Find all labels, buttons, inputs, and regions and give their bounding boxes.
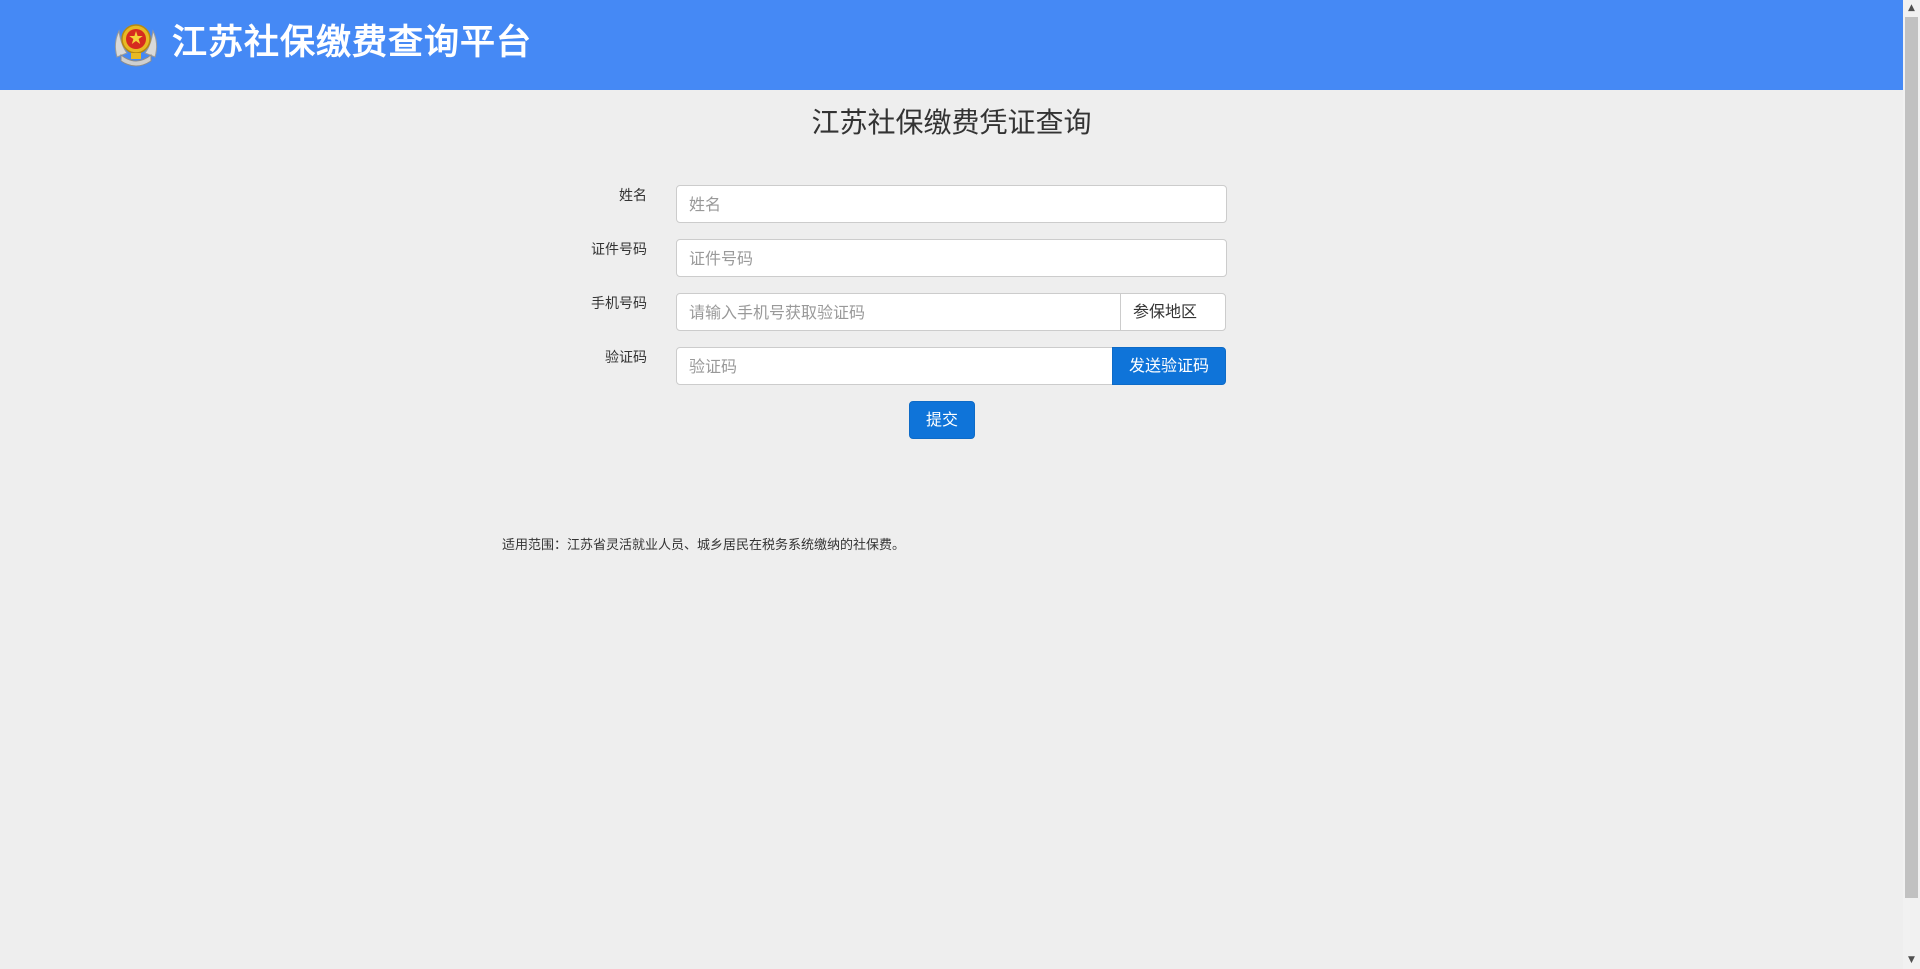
tax-emblem-icon (114, 24, 158, 67)
page-title-text: 江苏社保缴费凭证查询 (811, 106, 1092, 139)
id-number-input[interactable] (676, 239, 1227, 277)
region-select[interactable]: 参保地区 (1120, 293, 1226, 331)
chevron-up-icon[interactable]: ▲ (1903, 0, 1920, 17)
name-label: 姓名 (619, 188, 647, 204)
scope-note: 适用范围：江苏省灵活就业人员、城乡居民在税务系统缴纳的社保费。 (502, 538, 906, 553)
id-number-label: 证件号码 (591, 242, 647, 258)
code-input[interactable] (676, 347, 1113, 385)
phone-label: 手机号码 (591, 296, 647, 312)
submit-button[interactable]: 提交 (909, 401, 975, 439)
send-code-button[interactable]: 发送验证码 (1112, 347, 1226, 385)
phone-input[interactable] (676, 293, 1121, 331)
header-bar: 江苏社保缴费查询平台 (0, 0, 1903, 90)
site-title: 江苏社保缴费查询平台 (172, 23, 533, 63)
code-label: 验证码 (605, 350, 647, 366)
name-input[interactable] (676, 185, 1227, 223)
vertical-scrollbar[interactable]: ▲ ▼ (1903, 0, 1920, 969)
chevron-down-icon[interactable]: ▼ (1903, 952, 1920, 969)
page-title: 江苏社保缴费凭证查询 (0, 104, 1903, 142)
page: 江苏社保缴费查询平台 江苏社保缴费凭证查询 姓名 证件号码 手机号码 参保地区 … (0, 0, 1903, 969)
scroll-thumb[interactable] (1905, 17, 1918, 898)
